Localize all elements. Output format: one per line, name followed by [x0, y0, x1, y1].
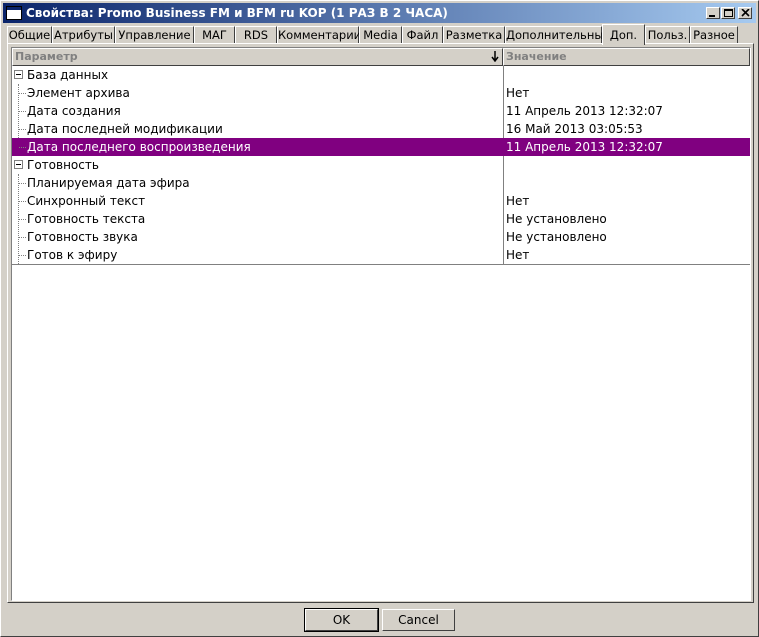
table-row[interactable]: Элемент архива Нет: [12, 84, 750, 102]
ok-button[interactable]: OK: [304, 608, 379, 632]
value-cell: Не установлено: [506, 212, 607, 226]
table-row[interactable]: Готовность текста Не установлено: [12, 210, 750, 228]
close-icon: [741, 9, 750, 17]
minimize-button[interactable]: [706, 7, 720, 19]
properties-window: Свойства: Promo Business FM и BFM ru KOP…: [0, 0, 759, 637]
title-bar[interactable]: Свойства: Promo Business FM и BFM ru KOP…: [3, 3, 756, 23]
value-cell: Нет: [506, 248, 530, 262]
window-title: Свойства: Promo Business FM и BFM ru KOP…: [26, 6, 448, 20]
group-row-database[interactable]: База данных: [12, 66, 750, 84]
param-cell: База данных: [27, 68, 109, 82]
tab-general[interactable]: Общие: [7, 26, 52, 43]
tree-branch: [19, 129, 26, 130]
param-cell: Синхронный текст: [27, 194, 146, 208]
column-header-parameter-label: Параметр: [15, 50, 78, 63]
column-header-parameter[interactable]: Параметр: [12, 48, 503, 66]
minimize-icon: [709, 15, 715, 17]
tab-additional[interactable]: Дополнительные: [505, 26, 611, 43]
sort-down-icon: [491, 51, 499, 62]
tree-branch: [19, 183, 26, 184]
grid-bottom-line: [12, 264, 750, 265]
cancel-button[interactable]: Cancel: [382, 609, 455, 631]
tree-branch: [19, 219, 26, 220]
tab-media[interactable]: Media: [359, 26, 402, 43]
param-cell: Готовность: [27, 158, 99, 172]
collapse-icon[interactable]: [14, 160, 23, 169]
param-cell: Дата создания: [27, 104, 121, 118]
param-cell: Готов к эфиру: [27, 248, 118, 262]
table-row[interactable]: Готовность звука Не установлено: [12, 228, 750, 246]
tab-mag[interactable]: МАГ: [194, 26, 235, 43]
value-cell: Нет: [506, 86, 530, 100]
column-header-value[interactable]: Значение: [503, 48, 750, 66]
param-cell: Готовность звука: [27, 230, 138, 244]
window-icon: [6, 6, 22, 20]
collapse-icon[interactable]: [14, 70, 23, 79]
param-cell: Дата последнего воспроизведения: [27, 140, 251, 154]
properties-grid[interactable]: Параметр Значение База данных Элемент ар…: [11, 47, 751, 601]
tree-branch: [19, 255, 26, 256]
tab-user[interactable]: Польз.: [645, 26, 690, 43]
tab-attributes[interactable]: Атрибуты: [52, 26, 115, 43]
table-row[interactable]: Дата последней модификации 16 Май 2013 0…: [12, 120, 750, 138]
value-cell: 11 Апрель 2013 12:32:07: [506, 104, 663, 118]
value-cell: Не установлено: [506, 230, 607, 244]
tree-branch: [19, 201, 26, 202]
table-row[interactable]: Готов к эфиру Нет: [12, 246, 750, 264]
tree-branch: [19, 237, 26, 238]
table-row[interactable]: Синхронный текст Нет: [12, 192, 750, 210]
table-row[interactable]: Планируемая дата эфира: [12, 174, 750, 192]
value-cell: Нет: [506, 194, 530, 208]
param-cell: Готовность текста: [27, 212, 146, 226]
param-cell: Элемент архива: [27, 86, 130, 100]
tree-branch: [19, 111, 26, 112]
tab-markup[interactable]: Разметка: [443, 26, 505, 43]
table-row-selected[interactable]: Дата последнего воспроизведения 11 Апрел…: [12, 138, 750, 156]
tab-rds[interactable]: RDS: [235, 26, 277, 43]
param-cell: Планируемая дата эфира: [27, 176, 190, 190]
tab-control[interactable]: Управление: [115, 26, 194, 43]
tree-branch: [19, 93, 26, 94]
close-button[interactable]: [738, 7, 752, 19]
param-cell: Дата последней модификации: [27, 122, 223, 136]
tab-extra[interactable]: Доп.: [602, 24, 645, 45]
tree-branch: [19, 147, 26, 148]
value-cell: 16 Май 2013 03:05:53: [506, 122, 643, 136]
maximize-icon: [724, 9, 733, 17]
tab-file[interactable]: Файл: [402, 26, 443, 43]
value-cell: 11 Апрель 2013 12:32:07: [506, 140, 663, 154]
tab-misc[interactable]: Разное: [690, 26, 738, 43]
maximize-button[interactable]: [721, 7, 735, 19]
table-row[interactable]: Дата создания 11 Апрель 2013 12:32:07: [12, 102, 750, 120]
group-row-readiness[interactable]: Готовность: [12, 156, 750, 174]
tab-comments[interactable]: Комментарии: [277, 26, 361, 43]
